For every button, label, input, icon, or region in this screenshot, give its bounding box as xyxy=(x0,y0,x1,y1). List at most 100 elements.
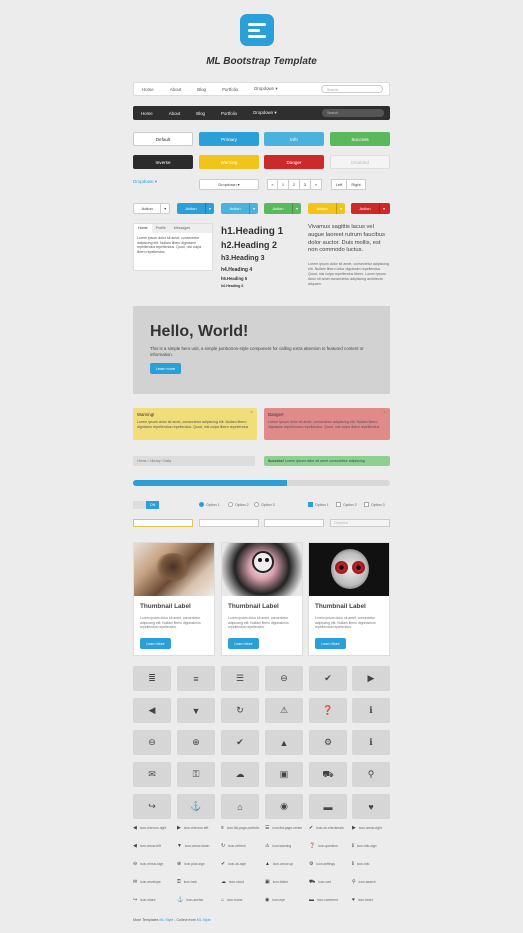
icon-tile[interactable]: ▲ xyxy=(265,730,303,755)
nav-item-portfolio[interactable]: Portfolio xyxy=(213,111,245,116)
pager-next[interactable]: » xyxy=(311,179,322,190)
icon-tile[interactable]: ☰ xyxy=(221,666,259,691)
icon-tile[interactable]: ✔ xyxy=(221,730,259,755)
split-button-primary[interactable]: Action ▾ xyxy=(177,203,214,214)
nav-item-blog[interactable]: Blog xyxy=(189,87,214,92)
pager-prev[interactable]: « xyxy=(267,179,278,190)
dropdown-link[interactable]: Dropdown ▾ xyxy=(133,179,157,185)
icon-list-item: ⌂ icon-home xyxy=(221,898,261,903)
pager-page[interactable]: 2 xyxy=(289,179,300,190)
split-button-default[interactable]: Action ▾ xyxy=(133,203,170,214)
icon-tile[interactable]: ✉ xyxy=(133,762,171,787)
nav-item-home[interactable]: Home xyxy=(133,111,161,116)
icon-tile[interactable]: ◉ xyxy=(265,794,303,819)
icon-tile[interactable]: ≣ xyxy=(133,666,171,691)
icon-tile[interactable]: ℹ xyxy=(352,730,390,755)
icon-list-item: ⚿ icon-lock xyxy=(177,880,217,885)
footer-link[interactable]: ML Style xyxy=(197,918,211,922)
primary-button[interactable]: Primary xyxy=(199,132,259,146)
nav-item-blog[interactable]: Blog xyxy=(188,111,213,116)
left-button[interactable]: Left xyxy=(331,179,347,190)
split-button-info[interactable]: Action ▾ xyxy=(221,203,258,214)
icon-tile[interactable]: ▼ xyxy=(177,698,215,723)
radio-option-1[interactable]: Option 1 xyxy=(199,502,220,507)
warning-button[interactable]: Warning xyxy=(199,155,259,169)
info-button[interactable]: Info xyxy=(264,132,324,146)
icon-tile[interactable]: ⚿ xyxy=(177,762,215,787)
icon-tile[interactable]: ⚓ xyxy=(177,794,215,819)
radio-option-2[interactable]: Option 2 xyxy=(228,502,249,507)
icon-tile[interactable]: ℹ xyxy=(352,698,390,723)
disabled-button: Disabled xyxy=(330,155,390,169)
nav-item-home[interactable]: Home xyxy=(134,87,162,92)
footer-text: - Collect from xyxy=(173,918,197,922)
checkbox-option-2[interactable]: Option 2 xyxy=(336,502,357,507)
nav-item-dropdown[interactable]: Dropdown ▾ xyxy=(245,110,284,116)
dropdown-button[interactable]: Dropdown ▾ xyxy=(199,179,259,190)
nav-item-about[interactable]: About xyxy=(161,111,188,116)
tab-home[interactable]: Home xyxy=(134,224,152,233)
checkbox-option-3[interactable]: Option 3 xyxy=(364,502,385,507)
icon-tile[interactable]: ▣ xyxy=(265,762,303,787)
default-button[interactable]: Default xyxy=(133,132,193,146)
learn-more-button[interactable]: Learn More xyxy=(140,638,171,649)
icon-tile[interactable]: ⊖ xyxy=(265,666,303,691)
text-input[interactable] xyxy=(199,519,259,527)
alert-text: Lorem ipsum dolor sit amet, consectetur … xyxy=(137,419,249,429)
thumbnail-image xyxy=(222,543,302,596)
tab-messages[interactable]: Messages xyxy=(170,224,194,233)
icon-tile[interactable]: ♥ xyxy=(352,794,390,819)
icon-tile[interactable]: ↻ xyxy=(221,698,259,723)
icon-list-label: icon-heart xyxy=(357,898,373,902)
split-button-success[interactable]: Action ▾ xyxy=(264,203,301,214)
toggle-switch[interactable]: ON xyxy=(133,501,159,509)
search-input[interactable]: Search xyxy=(321,85,383,93)
pager-page[interactable]: 1 xyxy=(278,179,289,190)
icon-tile[interactable]: ✔ xyxy=(309,666,347,691)
icon-list-label: icon-question xyxy=(318,844,338,848)
icon-list-item: ◉ icon-eye xyxy=(265,898,305,903)
jumbotron-heading: Hello, World! xyxy=(150,323,249,340)
icon-tile[interactable]: ▶ xyxy=(352,666,390,691)
split-button-warning[interactable]: Action ▾ xyxy=(308,203,345,214)
icon-tile[interactable]: ⚠ xyxy=(265,698,303,723)
nav-item-portfolio[interactable]: Portfolio xyxy=(214,87,246,92)
icon-tile[interactable]: ▬ xyxy=(309,794,347,819)
learn-more-button[interactable]: Learn More xyxy=(228,638,259,649)
nav-item-about[interactable]: About xyxy=(162,87,189,92)
icon-tile[interactable]: ⛟ xyxy=(309,762,347,787)
right-button[interactable]: Right xyxy=(347,179,366,190)
close-icon[interactable]: × xyxy=(250,410,253,417)
footer-link[interactable]: ML Style xyxy=(160,918,174,922)
nav-item-dropdown[interactable]: Dropdown ▾ xyxy=(246,86,285,92)
icon-tile[interactable]: ⚲ xyxy=(352,762,390,787)
icon-tile[interactable]: ⊕ xyxy=(177,730,215,755)
radio-option-3[interactable]: Option 3 xyxy=(254,502,275,507)
search-input[interactable]: Search xyxy=(322,109,384,117)
close-icon[interactable]: × xyxy=(383,410,386,417)
breadcrumb[interactable]: Home / Library / Data xyxy=(133,456,255,466)
text-input-warning[interactable] xyxy=(133,519,193,527)
pager-page[interactable]: 3 xyxy=(300,179,311,190)
learn-more-button[interactable]: Learn more xyxy=(150,363,181,374)
learn-more-button[interactable]: Learn More xyxy=(315,638,346,649)
icon-list-label: icon-cart xyxy=(318,880,331,884)
text-input[interactable] xyxy=(264,519,324,527)
icon-tile[interactable]: ❓ xyxy=(309,698,347,723)
icon-tile[interactable]: ↪ xyxy=(133,794,171,819)
thumbnail-label: Thumbnail Label xyxy=(228,603,279,610)
split-button-danger[interactable]: Action ▾ xyxy=(351,203,390,214)
icon-tile[interactable]: ☁ xyxy=(221,762,259,787)
icon-tile[interactable]: ⚙ xyxy=(309,730,347,755)
tab-profile[interactable]: Profile xyxy=(152,224,170,233)
icon-tile[interactable]: ≡ xyxy=(177,666,215,691)
icon-tile[interactable]: ◀ xyxy=(133,698,171,723)
success-button[interactable]: Success xyxy=(330,132,390,146)
checkbox-option-1[interactable]: Option 1 xyxy=(308,502,329,507)
icon-tile[interactable]: ⊖ xyxy=(133,730,171,755)
thumbnail-text: Lorem ipsum dolor sit amet, consectetur … xyxy=(228,616,289,630)
icon-tile[interactable]: ⌂ xyxy=(221,794,259,819)
inverse-button[interactable]: Inverse xyxy=(133,155,193,169)
danger-button[interactable]: Danger xyxy=(264,155,324,169)
footer-text: More Templates xyxy=(133,918,160,922)
